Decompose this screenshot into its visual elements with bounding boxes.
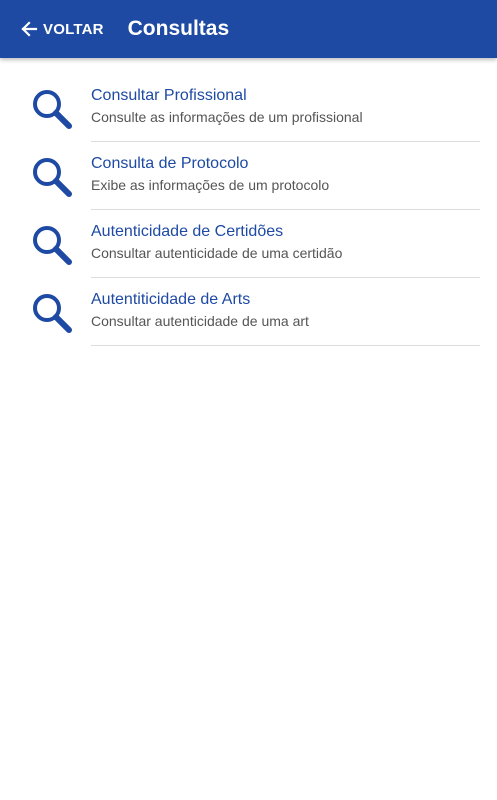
list-item-subtitle: Consulte as informações de um profission… bbox=[91, 109, 363, 125]
page-title: Consultas bbox=[127, 17, 230, 40]
list-item-title: Autentiticidade de Arts bbox=[91, 291, 251, 308]
list-item-subtitle: Consultar autenticidade de uma art bbox=[91, 313, 309, 329]
list-item-consultar-profissional[interactable]: Consultar Profissional Consulte as infor… bbox=[0, 74, 497, 142]
app-bar: VOLTAR Consultas bbox=[0, 0, 497, 58]
list-item-text: Consulta de Protocolo Exibe as informaçõ… bbox=[91, 142, 480, 210]
list-item-text: Consultar Profissional Consulte as infor… bbox=[91, 74, 480, 142]
list-item-title: Consulta de Protocolo bbox=[91, 155, 249, 172]
back-button[interactable]: VOLTAR bbox=[20, 20, 104, 38]
list-item-consulta-protocolo[interactable]: Consulta de Protocolo Exibe as informaçõ… bbox=[0, 142, 497, 210]
list-item-text: Autenticidade de Certidões Consultar aut… bbox=[91, 210, 480, 278]
list-item-subtitle: Exibe as informações de um protocolo bbox=[91, 177, 330, 193]
search-icon bbox=[31, 156, 73, 198]
consultas-list: Consultar Profissional Consulte as infor… bbox=[0, 74, 497, 346]
search-icon bbox=[31, 292, 73, 334]
list-item-autenticidade-certidoes[interactable]: Autenticidade de Certidões Consultar aut… bbox=[0, 210, 497, 278]
back-label: VOLTAR bbox=[43, 20, 104, 38]
arrow-left-icon bbox=[20, 20, 38, 38]
list-item-title: Autenticidade de Certidões bbox=[91, 223, 284, 240]
list-item-title: Consultar Profissional bbox=[91, 87, 247, 104]
search-icon bbox=[31, 224, 73, 266]
list-item-subtitle: Consultar autenticidade de uma certidão bbox=[91, 245, 343, 261]
list-item-text: Autentiticidade de Arts Consultar autent… bbox=[91, 278, 480, 346]
search-icon bbox=[31, 88, 73, 130]
list-item-autenticidade-arts[interactable]: Autentiticidade de Arts Consultar autent… bbox=[0, 278, 497, 346]
